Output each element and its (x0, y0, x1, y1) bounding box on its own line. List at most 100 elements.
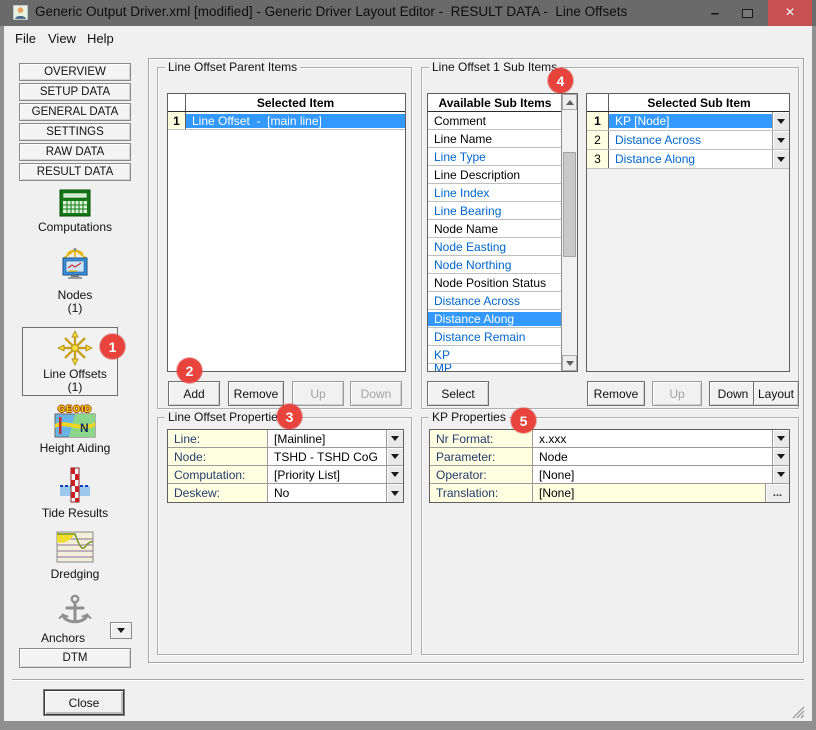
parameter-dropdown-button[interactable] (772, 448, 789, 465)
add-button[interactable]: Add (168, 381, 220, 406)
property-row: Operator: [None] (430, 466, 789, 484)
list-item-partial[interactable]: MP (428, 364, 562, 372)
sidebar-item-height-aiding[interactable]: Height Aiding (8, 441, 142, 455)
resize-grip[interactable] (792, 706, 805, 719)
list-item[interactable]: Line Index (428, 184, 562, 202)
sidebar-button-raw-data[interactable]: RAW DATA (19, 143, 131, 161)
sub-row-value[interactable]: KP [Node] (609, 114, 772, 128)
deskew-value[interactable]: No (268, 484, 386, 502)
sidebar-item-nodes[interactable]: Nodes (8, 288, 142, 302)
remove-parent-button[interactable]: Remove (228, 381, 284, 406)
operator-dropdown-button[interactable] (772, 466, 789, 483)
list-item[interactable]: Line Type (428, 148, 562, 166)
sidebar-button-general-data[interactable]: GENERAL DATA (19, 103, 131, 121)
chevron-down-icon (777, 454, 785, 459)
table-row[interactable]: 1 KP [Node] (587, 112, 789, 131)
minimize-button[interactable]: – (700, 0, 730, 26)
translation-ellipsis-button[interactable]: ... (765, 484, 789, 502)
table-row[interactable]: 2 Distance Across (587, 131, 789, 150)
sidebar-item-tide-results[interactable]: Tide Results (8, 506, 142, 520)
layout-button[interactable]: Layout (753, 381, 799, 406)
translation-value[interactable]: [None] (533, 484, 765, 502)
list-item-selected[interactable]: Distance Along (428, 310, 562, 328)
sidebar-button-result-data[interactable]: RESULT DATA (19, 163, 131, 181)
up-sub-button[interactable]: Up (652, 381, 702, 406)
property-row: Deskew: No (168, 484, 403, 502)
line-value[interactable]: [Mainline] (268, 430, 386, 447)
list-item[interactable]: Line Bearing (428, 202, 562, 220)
sub-row-number: 1 (587, 112, 609, 130)
scroll-up-icon (566, 100, 574, 105)
node-value[interactable]: TSHD - TSHD CoG (268, 448, 386, 465)
computations-icon[interactable] (8, 188, 142, 218)
nr-format-value[interactable]: x.xxx (533, 430, 772, 447)
list-item[interactable]: Distance Remain (428, 328, 562, 346)
maximize-button[interactable] (732, 0, 762, 26)
list-item[interactable]: Node Easting (428, 238, 562, 256)
sidebar-button-setup-data[interactable]: SETUP DATA (19, 83, 131, 101)
scrollbar-thumb[interactable] (563, 152, 576, 257)
close-button[interactable]: Close (44, 690, 124, 715)
menu-help[interactable]: Help (87, 31, 114, 46)
tide-results-icon[interactable] (8, 466, 142, 504)
sidebar-item-anchors[interactable]: Anchors (8, 631, 118, 645)
list-item[interactable]: Node Position Status (428, 274, 562, 292)
window-title: Generic Output Driver.xml [modified] - G… (35, 4, 627, 19)
scroll-down-button[interactable] (562, 355, 577, 371)
table-row[interactable]: 3 Distance Along (587, 150, 789, 169)
computation-value[interactable]: [Priority List] (268, 466, 386, 483)
parameter-value[interactable]: Node (533, 448, 772, 465)
dredging-icon[interactable] (8, 531, 142, 563)
list-item[interactable]: Line Description (428, 166, 562, 184)
down-sub-button[interactable]: Down (709, 381, 757, 406)
sub-row-value[interactable]: Distance Across (609, 133, 772, 147)
table-row[interactable]: 1 Line Offset - [main line] (168, 112, 405, 130)
parent-items-table[interactable]: Selected Item 1 Line Offset - [main line… (167, 93, 406, 372)
anchors-dropdown-button[interactable] (110, 622, 132, 639)
list-item[interactable]: Comment (428, 112, 562, 130)
list-item[interactable]: Line Name (428, 130, 562, 148)
scroll-up-button[interactable] (562, 94, 577, 110)
sub-row-dropdown-button[interactable] (772, 112, 789, 130)
down-parent-button[interactable]: Down (350, 381, 402, 406)
nr-format-dropdown-button[interactable] (772, 430, 789, 447)
available-sub-items-list[interactable]: Available Sub Items Comment Line Name Li… (427, 93, 578, 372)
sidebar-button-overview[interactable]: OVERVIEW (19, 63, 131, 81)
sub-row-number: 2 (587, 131, 609, 149)
nodes-icon[interactable] (8, 247, 142, 285)
deskew-dropdown-button[interactable] (386, 484, 403, 502)
sub-row-number: 3 (587, 150, 609, 168)
list-item[interactable]: Node Name (428, 220, 562, 238)
annotation-badge-5: 5 (511, 408, 536, 433)
title-bar[interactable]: Generic Output Driver.xml [modified] - G… (0, 0, 816, 26)
sidebar-button-dtm[interactable]: DTM (19, 648, 131, 668)
menu-file[interactable]: File (15, 31, 36, 46)
menu-view[interactable]: View (48, 31, 76, 46)
list-item[interactable]: KP (428, 346, 562, 364)
window-border-left (0, 26, 4, 730)
sub-row-value[interactable]: Distance Along (609, 152, 772, 166)
sub-row-dropdown-button[interactable] (772, 150, 789, 168)
sub-row-dropdown-button[interactable] (772, 131, 789, 149)
svg-text:N: N (80, 421, 89, 435)
kp-properties-table: Nr Format: x.xxx Parameter: Node Operato… (429, 429, 790, 503)
operator-value[interactable]: [None] (533, 466, 772, 483)
window-close-button[interactable]: × (768, 0, 812, 26)
sidebar-button-settings[interactable]: SETTINGS (19, 123, 131, 141)
selected-sub-item-table[interactable]: Selected Sub Item 1 KP [Node] 2 Distance… (586, 93, 790, 372)
sidebar-item-computations[interactable]: Computations (8, 220, 142, 234)
line-dropdown-button[interactable] (386, 430, 403, 447)
node-dropdown-button[interactable] (386, 448, 403, 465)
list-item[interactable]: Node Northing (428, 256, 562, 274)
menu-bar (4, 26, 812, 52)
remove-sub-button[interactable]: Remove (587, 381, 645, 406)
available-list-scrollbar[interactable] (561, 94, 577, 371)
list-item[interactable]: Distance Across (428, 292, 562, 310)
height-aiding-icon[interactable]: N (8, 413, 142, 438)
select-button[interactable]: Select (427, 381, 489, 406)
computation-dropdown-button[interactable] (386, 466, 403, 483)
computation-label: Computation: (168, 466, 268, 483)
sidebar-item-dredging[interactable]: Dredging (8, 567, 142, 581)
parent-row-label[interactable]: Line Offset - [main line] (186, 114, 405, 128)
up-parent-button[interactable]: Up (292, 381, 344, 406)
